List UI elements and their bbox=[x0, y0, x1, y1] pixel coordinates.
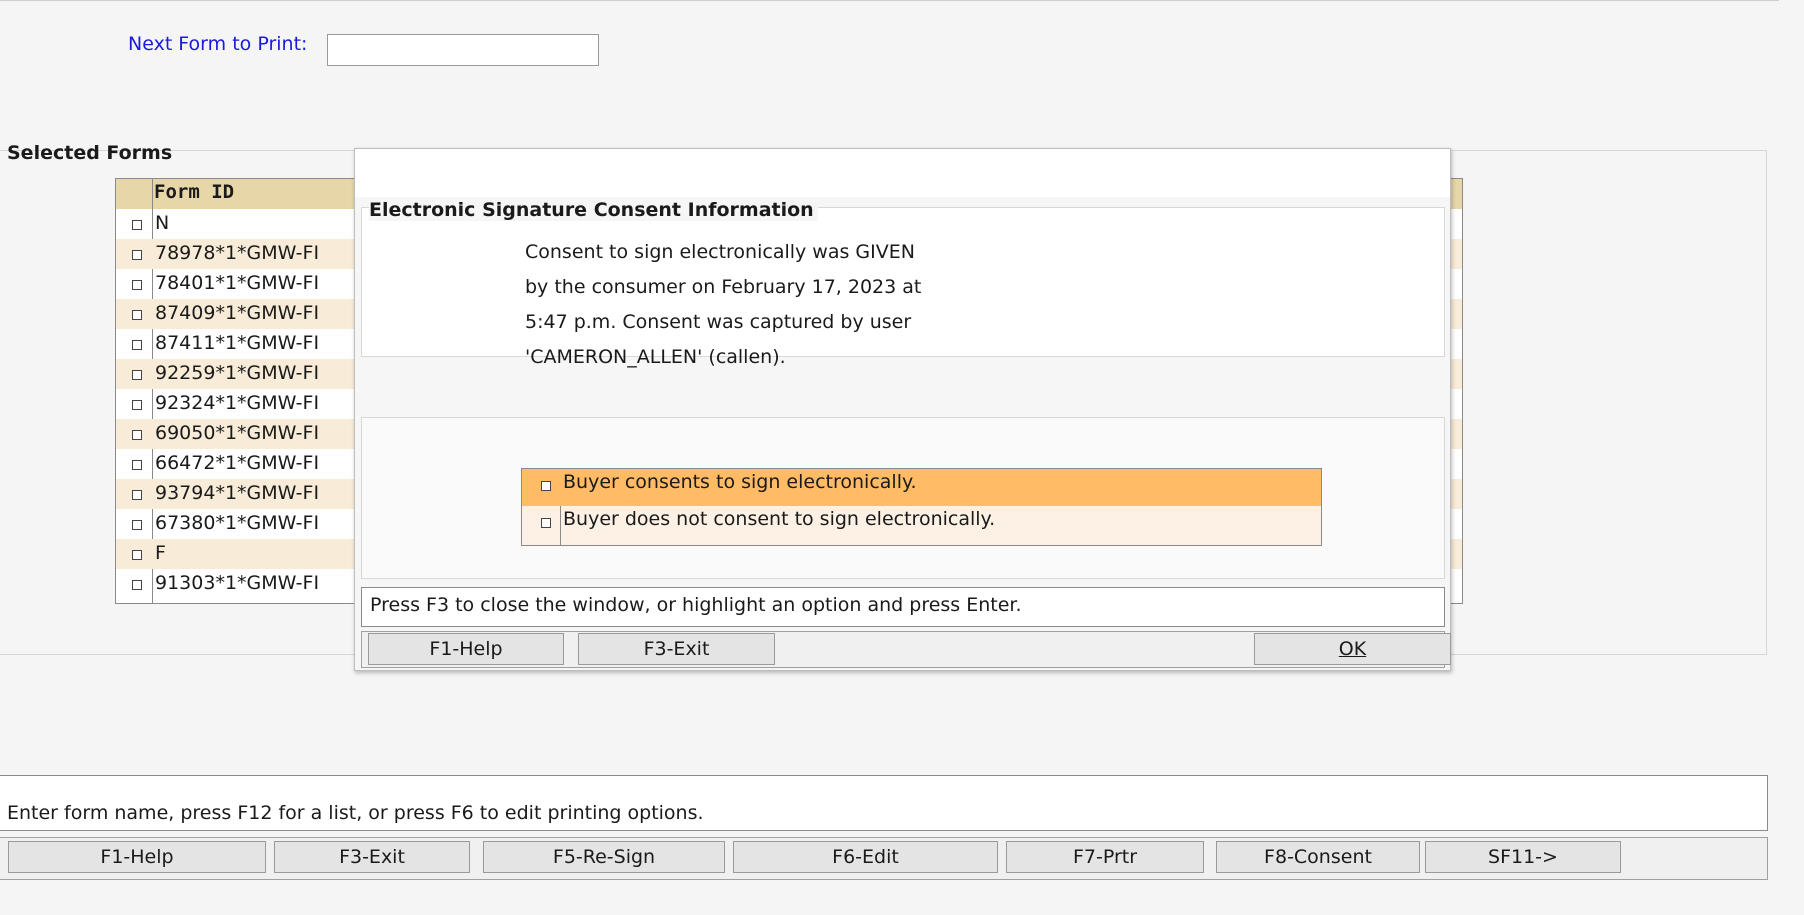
dialog-button-bar: F1-Help F3-Exit OK bbox=[361, 631, 1451, 668]
consent-line: Consent to sign electronically was GIVEN bbox=[525, 241, 915, 263]
dialog-titlebar bbox=[355, 149, 1450, 197]
function-key-bar: F1-Help F3-Exit F5-Re-Sign F6-Edit F7-Pr… bbox=[0, 837, 1768, 880]
next-form-input[interactable] bbox=[327, 34, 599, 66]
form-id-cell: N bbox=[155, 212, 170, 234]
row-checkbox[interactable] bbox=[132, 310, 142, 320]
form-id-cell: F bbox=[155, 542, 166, 564]
next-form-label: Next Form to Print: bbox=[128, 33, 308, 55]
consent-dialog: Electronic Signature Consent Information… bbox=[354, 148, 1451, 671]
form-id-cell: 92324*1*GMW-FI bbox=[155, 392, 320, 414]
row-checkbox[interactable] bbox=[132, 400, 142, 410]
option-checkbox[interactable] bbox=[541, 518, 551, 528]
form-id-cell: 91303*1*GMW-FI bbox=[155, 572, 320, 594]
dialog-status-bar: Press F3 to close the window, or highlig… bbox=[361, 587, 1445, 627]
status-bar: Enter form name, press F12 for a list, o… bbox=[0, 775, 1768, 831]
row-checkbox[interactable] bbox=[132, 430, 142, 440]
f6-edit-button[interactable]: F6-Edit bbox=[733, 841, 998, 873]
f8-consent-button[interactable]: F8-Consent bbox=[1216, 841, 1420, 873]
row-checkbox[interactable] bbox=[132, 460, 142, 470]
row-checkbox[interactable] bbox=[132, 520, 142, 530]
row-checkbox[interactable] bbox=[132, 280, 142, 290]
top-divider bbox=[0, 0, 1779, 1]
row-checkbox[interactable] bbox=[132, 250, 142, 260]
consent-line: by the consumer on February 17, 2023 at bbox=[525, 276, 922, 298]
selected-forms-title: Selected Forms bbox=[7, 142, 173, 164]
option-label: Buyer does not consent to sign electroni… bbox=[563, 508, 996, 530]
option-consents[interactable]: Buyer consents to sign electronically. bbox=[522, 469, 1321, 506]
form-id-cell: 67380*1*GMW-FI bbox=[155, 512, 320, 534]
form-id-cell: 92259*1*GMW-FI bbox=[155, 362, 320, 384]
f3-exit-button[interactable]: F3-Exit bbox=[274, 841, 470, 873]
form-id-cell: 78978*1*GMW-FI bbox=[155, 242, 320, 264]
f5-re-sign-button[interactable]: F5-Re-Sign bbox=[483, 841, 725, 873]
row-checkbox[interactable] bbox=[132, 580, 142, 590]
row-checkbox[interactable] bbox=[132, 370, 142, 380]
dialog-status-text: Press F3 to close the window, or highlig… bbox=[370, 594, 1022, 616]
status-text: Enter form name, press F12 for a list, o… bbox=[7, 802, 704, 824]
form-id-cell: 66472*1*GMW-FI bbox=[155, 452, 320, 474]
form-id-cell: 87411*1*GMW-FI bbox=[155, 332, 320, 354]
form-id-cell: 69050*1*GMW-FI bbox=[155, 422, 320, 444]
row-checkbox[interactable] bbox=[132, 550, 142, 560]
consent-line: 5:47 p.m. Consent was captured by user bbox=[525, 311, 912, 333]
row-checkbox[interactable] bbox=[132, 220, 142, 230]
f1-help-button[interactable]: F1-Help bbox=[8, 841, 266, 873]
dialog-exit-button[interactable]: F3-Exit bbox=[578, 633, 775, 665]
consent-section-title: Electronic Signature Consent Information bbox=[369, 199, 818, 221]
f7-printer-button[interactable]: F7-Prtr bbox=[1006, 841, 1204, 873]
form-id-cell: 78401*1*GMW-FI bbox=[155, 272, 320, 294]
form-id-cell: 93794*1*GMW-FI bbox=[155, 482, 320, 504]
form-id-column-header: Form ID bbox=[154, 181, 235, 203]
sf11-next-button[interactable]: SF11-> bbox=[1425, 841, 1621, 873]
option-label: Buyer consents to sign electronically. bbox=[563, 471, 917, 493]
consent-option-list[interactable]: Buyer consents to sign electronically. B… bbox=[521, 468, 1322, 546]
row-checkbox[interactable] bbox=[132, 340, 142, 350]
option-does-not-consent[interactable]: Buyer does not consent to sign electroni… bbox=[522, 506, 1321, 543]
consent-message: Consent to sign electronically was GIVEN… bbox=[525, 241, 921, 381]
consent-line: 'CAMERON_ALLEN' (callen). bbox=[525, 346, 786, 368]
option-checkbox[interactable] bbox=[541, 481, 551, 491]
dialog-ok-button[interactable]: OK bbox=[1254, 633, 1451, 665]
form-id-cell: 87409*1*GMW-FI bbox=[155, 302, 320, 324]
row-checkbox[interactable] bbox=[132, 490, 142, 500]
dialog-help-button[interactable]: F1-Help bbox=[368, 633, 564, 665]
